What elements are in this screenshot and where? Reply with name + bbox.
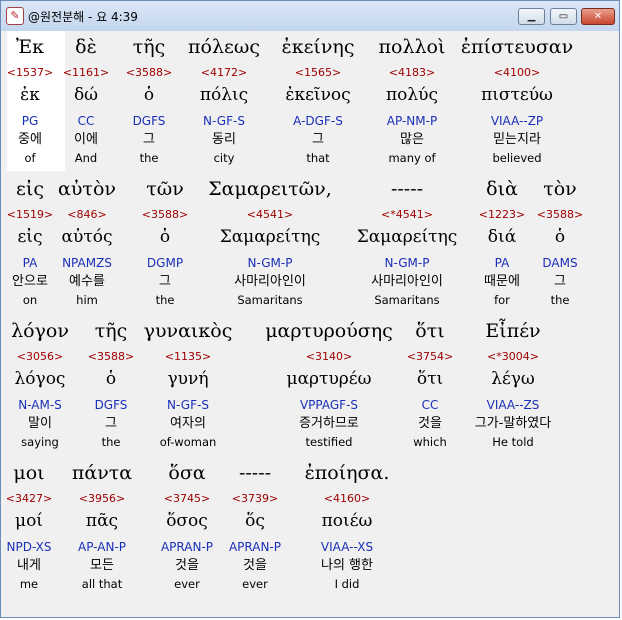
maximize-button[interactable]: ▭ — [550, 8, 577, 25]
korean-gloss: 여자의 — [170, 416, 206, 431]
korean-gloss: 나의 행한 — [321, 558, 373, 573]
parsing-code: N-GM-P — [247, 256, 293, 270]
english-gloss: He told — [492, 435, 534, 449]
korean-gloss: 믿는지라 — [493, 132, 541, 147]
greek-word: Εἶπέν — [485, 320, 541, 342]
english-gloss: believed — [492, 151, 542, 165]
english-gloss: of-woman — [159, 435, 217, 449]
korean-gloss: 그가-말하였다 — [474, 416, 552, 431]
window-title: @원전분해 - 요 4:39 — [28, 10, 138, 24]
strongs-number: <*3004> — [487, 350, 539, 363]
english-gloss: Samaritans — [237, 293, 303, 307]
greek-word: τὸν — [543, 178, 577, 200]
parsing-code: VIAA--ZS — [486, 398, 540, 412]
minimize-button[interactable]: ▁ — [518, 8, 545, 25]
lemma: ὁ — [554, 227, 566, 247]
strongs-number: <3588> — [536, 208, 584, 221]
parsing-code: N-GF-S — [167, 398, 209, 412]
greek-word: γυναικὸς — [143, 320, 233, 342]
app-icon: ✎ — [6, 7, 24, 25]
parsing-code: VIAA--XS — [320, 540, 374, 554]
lemma: γυνή — [167, 369, 209, 389]
app-window: ✎ @원전분해 - 요 4:39 ▁ ▭ ✕ Ἐκ <1537> ἐκ PG 중에 of δ… — [0, 0, 620, 618]
english-gloss: I did — [334, 577, 360, 591]
lemma: λέγω — [491, 369, 535, 389]
korean-gloss: 사마리아인이 — [234, 274, 306, 289]
close-button[interactable]: ✕ — [581, 8, 615, 25]
parsing-code: VIAA--ZP — [490, 114, 544, 128]
strongs-number: <4160> — [323, 492, 371, 505]
interlinear-panel: Ἐκ <1537> ἐκ PG 중에 of δὲ <1161> δώ CC 이에 And τῆς <358… — [7, 31, 615, 613]
strongs-number: <4100> — [493, 66, 541, 79]
greek-word: ἐποίησα. — [304, 462, 390, 484]
english-gloss: the — [550, 293, 570, 307]
korean-gloss: 그 — [554, 274, 566, 289]
parsing-code: DAMS — [542, 256, 578, 270]
title-bar[interactable]: ✎ @원전분해 - 요 4:39 ▁ ▭ ✕ — [1, 1, 619, 31]
strongs-number: <4541> — [246, 208, 294, 221]
lemma: πιστεύω — [481, 85, 553, 105]
greek-word: ἐπίστευσαν — [460, 36, 574, 58]
strongs-number: <1135> — [164, 350, 212, 363]
greek-word: Σαμαρειτῶν, — [208, 178, 332, 200]
lemma: ποιέω — [321, 511, 373, 531]
lemma: Σαμαρείτης — [219, 227, 321, 247]
